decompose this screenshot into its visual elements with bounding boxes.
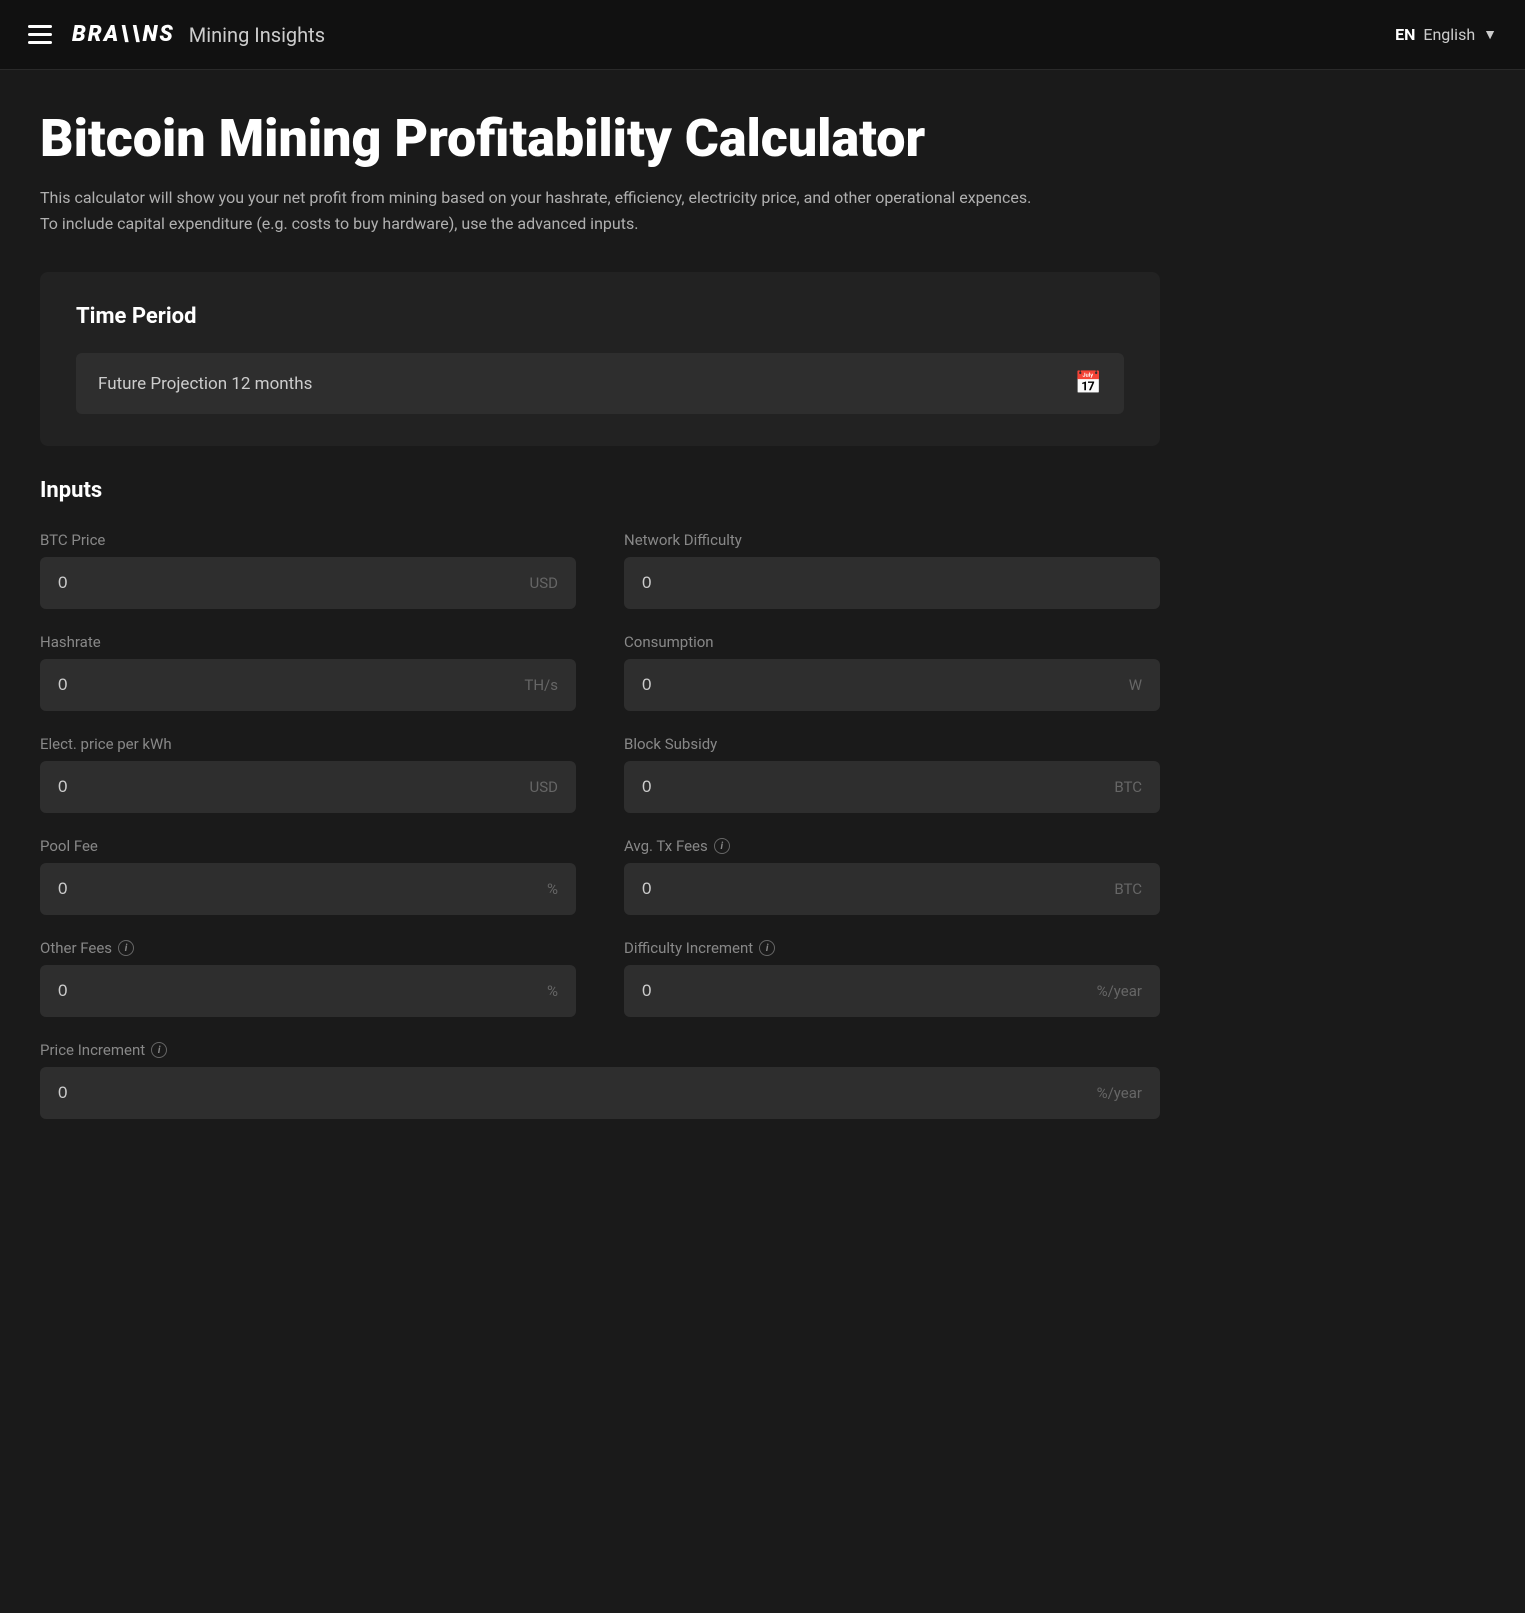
inputs-title: Inputs — [40, 478, 1160, 503]
time-period-title: Time Period — [76, 304, 1124, 329]
page-title: Bitcoin Mining Profitability Calculator — [40, 110, 1160, 167]
info-icon-other-fees[interactable]: i — [118, 940, 134, 956]
input-group-pool-fee: Pool Fee% — [40, 837, 576, 915]
input-field-block-subsidy: BTC — [624, 761, 1160, 813]
info-icon-price-increment[interactable]: i — [151, 1042, 167, 1058]
page-description: This calculator will show you your net p… — [40, 185, 1040, 236]
inputs-section: Inputs BTC Price USD Network Difficulty Has… — [40, 478, 1160, 1119]
time-period-selected-label: Future Projection 12 months — [98, 374, 312, 394]
input-other-fees[interactable] — [58, 981, 539, 1001]
input-unit-difficulty-increment: %/year — [1097, 982, 1142, 1000]
time-period-dropdown[interactable]: Future Projection 12 months 📅 — [76, 353, 1124, 414]
chevron-down-icon: ▼ — [1483, 26, 1497, 43]
input-group-btc-price: BTC Price USD — [40, 531, 576, 609]
input-group-hashrate: Hashrate TH/s — [40, 633, 576, 711]
input-hashrate[interactable] — [58, 675, 516, 695]
input-field-difficulty-increment: %/year — [624, 965, 1160, 1017]
input-pool-fee[interactable] — [58, 879, 539, 899]
input-field-hashrate: TH/s — [40, 659, 576, 711]
input-field-pool-fee: % — [40, 863, 576, 915]
input-label-consumption: Consumption — [624, 633, 1160, 651]
input-block-subsidy[interactable] — [642, 777, 1106, 797]
input-field-network-difficulty — [624, 557, 1160, 609]
brand-subtitle: Mining Insights — [189, 23, 325, 47]
navbar: BRA\\NS Mining Insights EN English ▼ — [0, 0, 1525, 70]
input-field-avg-tx-fees: BTC — [624, 863, 1160, 915]
input-unit-block-subsidy: BTC — [1114, 778, 1142, 796]
language-label: English — [1423, 25, 1475, 44]
input-group-block-subsidy: Block Subsidy BTC — [624, 735, 1160, 813]
input-label-avg-tx-fees: Avg. Tx Feesi — [624, 837, 1160, 855]
input-group-elect-price: Elect. price per kWh USD — [40, 735, 576, 813]
input-field-elect-price: USD — [40, 761, 576, 813]
input-group-difficulty-increment: Difficulty Incrementi %/year — [624, 939, 1160, 1017]
input-group-price-increment: Price Incrementi %/year — [40, 1041, 1160, 1119]
input-label-network-difficulty: Network Difficulty — [624, 531, 1160, 549]
input-group-avg-tx-fees: Avg. Tx Feesi BTC — [624, 837, 1160, 915]
input-unit-avg-tx-fees: BTC — [1114, 880, 1142, 898]
brand-text: BRA\\NS — [72, 22, 175, 47]
input-label-btc-price: BTC Price — [40, 531, 576, 549]
input-label-price-increment: Price Incrementi — [40, 1041, 1160, 1059]
brand-logo: BRA\\NS Mining Insights — [72, 22, 325, 47]
info-icon-avg-tx-fees[interactable]: i — [714, 838, 730, 854]
input-unit-elect-price: USD — [530, 778, 558, 796]
navbar-left: BRA\\NS Mining Insights — [28, 22, 325, 47]
hamburger-menu-icon[interactable] — [28, 25, 52, 44]
input-group-consumption: Consumption W — [624, 633, 1160, 711]
input-group-network-difficulty: Network Difficulty — [624, 531, 1160, 609]
input-unit-pool-fee: % — [547, 880, 558, 898]
input-price-increment[interactable] — [58, 1083, 1089, 1103]
input-btc-price[interactable] — [58, 573, 522, 593]
input-label-elect-price: Elect. price per kWh — [40, 735, 576, 753]
input-label-other-fees: Other Feesi — [40, 939, 576, 957]
input-field-btc-price: USD — [40, 557, 576, 609]
info-icon-difficulty-increment[interactable]: i — [759, 940, 775, 956]
input-consumption[interactable] — [642, 675, 1121, 695]
input-avg-tx-fees[interactable] — [642, 879, 1106, 899]
input-network-difficulty[interactable] — [642, 573, 1142, 593]
language-code: EN — [1395, 25, 1415, 44]
input-unit-consumption: W — [1129, 676, 1142, 694]
input-field-price-increment: %/year — [40, 1067, 1160, 1119]
input-field-consumption: W — [624, 659, 1160, 711]
input-unit-hashrate: TH/s — [524, 676, 558, 694]
calendar-icon: 📅 — [1075, 371, 1102, 396]
input-label-hashrate: Hashrate — [40, 633, 576, 651]
input-group-other-fees: Other Feesi% — [40, 939, 576, 1017]
input-label-block-subsidy: Block Subsidy — [624, 735, 1160, 753]
input-field-other-fees: % — [40, 965, 576, 1017]
input-difficulty-increment[interactable] — [642, 981, 1089, 1001]
input-label-pool-fee: Pool Fee — [40, 837, 576, 855]
input-elect-price[interactable] — [58, 777, 522, 797]
input-unit-other-fees: % — [547, 982, 558, 1000]
input-unit-btc-price: USD — [530, 574, 558, 592]
time-period-section: Time Period Future Projection 12 months … — [40, 272, 1160, 446]
input-unit-price-increment: %/year — [1097, 1084, 1142, 1102]
input-label-difficulty-increment: Difficulty Incrementi — [624, 939, 1160, 957]
language-selector[interactable]: EN English ▼ — [1395, 25, 1497, 44]
inputs-grid: BTC Price USD Network Difficulty Hashrate TH… — [40, 531, 1160, 1119]
main-content: Bitcoin Mining Profitability Calculator … — [0, 70, 1200, 1179]
